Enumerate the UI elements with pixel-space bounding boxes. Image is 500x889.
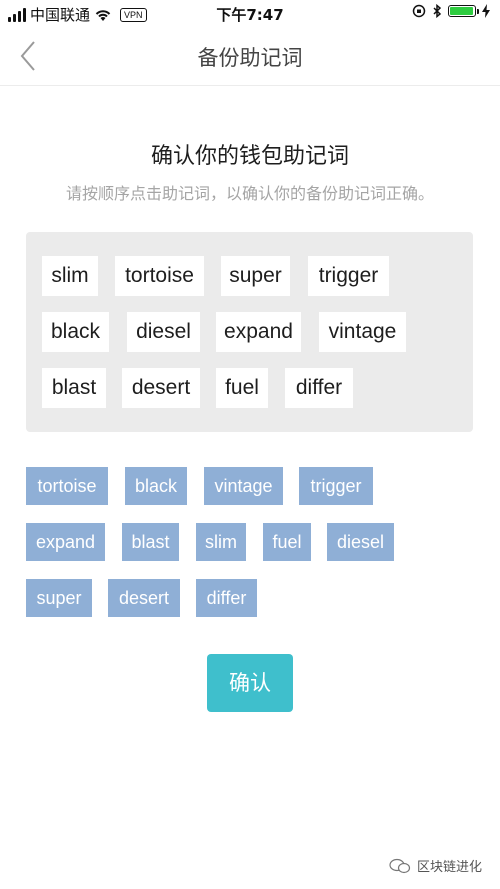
nav-title: 备份助记词	[197, 46, 303, 70]
word-option[interactable]: differ	[196, 579, 257, 617]
bluetooth-icon	[433, 4, 442, 18]
status-right	[412, 4, 490, 18]
selected-word[interactable]: black	[42, 312, 109, 352]
word-option[interactable]: blast	[122, 523, 179, 561]
word-option[interactable]: diesel	[327, 523, 394, 561]
selected-words-panel: slim tortoise super trigger black diesel…	[26, 232, 473, 432]
word-option[interactable]: slim	[196, 523, 246, 561]
word-option[interactable]: super	[26, 579, 92, 617]
selected-word[interactable]: tortoise	[115, 256, 204, 296]
confirm-button[interactable]: 确认	[207, 654, 293, 712]
status-bar: 中国联通 VPN 下午7:47	[0, 0, 500, 28]
wechat-logo-icon	[389, 858, 411, 873]
word-option[interactable]: trigger	[299, 467, 373, 505]
selected-word[interactable]: blast	[42, 368, 106, 408]
watermark-text: 区块链进化	[416, 860, 482, 875]
selected-word[interactable]: expand	[216, 312, 301, 352]
word-option[interactable]: tortoise	[26, 467, 108, 505]
selected-word[interactable]: differ	[285, 368, 353, 408]
selected-word[interactable]: desert	[122, 368, 200, 408]
selected-word[interactable]: slim	[42, 256, 98, 296]
battery-icon	[448, 5, 479, 17]
orientation-lock-icon	[412, 4, 426, 18]
word-option[interactable]: vintage	[204, 467, 283, 505]
charging-icon	[482, 4, 490, 18]
nav-bar: 备份助记词	[0, 28, 500, 86]
selected-word[interactable]: diesel	[127, 312, 200, 352]
instruction-text: 请按顺序点击助记词，以确认你的备份助记词正确。	[65, 184, 434, 203]
page-title: 确认你的钱包助记词	[150, 144, 349, 169]
watermark: 区块链进化	[389, 856, 482, 875]
word-option[interactable]: expand	[26, 523, 105, 561]
word-option[interactable]: fuel	[263, 523, 311, 561]
selected-word[interactable]: super	[221, 256, 290, 296]
word-option[interactable]: desert	[108, 579, 180, 617]
battery-fill	[450, 7, 473, 15]
selected-word[interactable]: fuel	[216, 368, 268, 408]
selected-word[interactable]: vintage	[319, 312, 406, 352]
selected-word[interactable]: trigger	[308, 256, 389, 296]
word-option[interactable]: black	[125, 467, 187, 505]
